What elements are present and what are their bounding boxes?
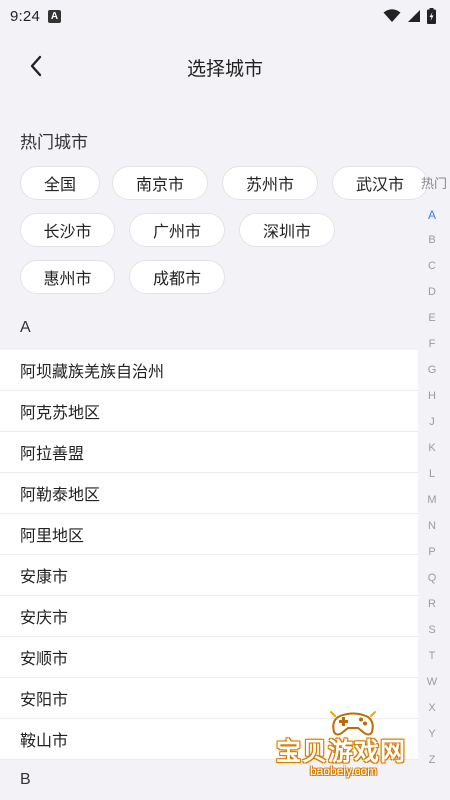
city-list-item[interactable]: 安康市 xyxy=(0,555,418,596)
hot-city-chip[interactable]: 南京市 xyxy=(112,166,208,200)
watermark-text: 宝贝游戏网 xyxy=(276,737,407,766)
index-letter[interactable]: C xyxy=(418,260,446,272)
index-letter[interactable]: L xyxy=(418,468,446,480)
hot-city-chip[interactable]: 全国 xyxy=(20,166,100,200)
index-letter[interactable]: A xyxy=(418,208,446,222)
city-list-item[interactable]: 阿拉善盟 xyxy=(0,432,418,473)
index-hot[interactable]: 热门 xyxy=(418,173,450,192)
hot-city-chip[interactable]: 惠州市 xyxy=(20,260,115,294)
notification-a-icon: A xyxy=(48,9,61,23)
hot-city-chip[interactable]: 苏州市 xyxy=(222,166,318,200)
watermark-url: baobeiy.com xyxy=(310,764,378,778)
hot-city-chip[interactable]: 成都市 xyxy=(129,260,225,294)
index-letter[interactable]: S xyxy=(418,624,446,636)
index-letter[interactable]: B xyxy=(418,234,446,246)
status-bar: 9:24 A xyxy=(0,0,450,32)
index-letter[interactable]: J xyxy=(418,416,446,428)
index-letter[interactable]: W xyxy=(418,676,446,688)
index-letter[interactable]: H xyxy=(418,390,446,402)
wifi-icon xyxy=(383,9,401,22)
index-letter[interactable]: Q xyxy=(418,572,446,584)
hot-city-chip[interactable]: 武汉市 xyxy=(332,166,428,200)
hot-cities-label: 热门城市 xyxy=(20,133,88,153)
city-list-item[interactable]: 阿坝藏族羌族自治州 xyxy=(0,350,418,391)
city-list-item[interactable]: 安庆市 xyxy=(0,596,418,637)
page-title: 选择城市 xyxy=(186,58,263,80)
index-letter[interactable]: E xyxy=(418,312,446,324)
index-letter[interactable]: F xyxy=(418,338,446,350)
index-letter[interactable]: R xyxy=(418,598,446,610)
city-list-item[interactable]: 阿勒泰地区 xyxy=(0,473,418,514)
city-list-item[interactable]: 阿克苏地区 xyxy=(0,391,418,432)
city-list-item[interactable]: 阿里地区 xyxy=(0,514,418,555)
hot-city-chip[interactable]: 深圳市 xyxy=(239,213,335,247)
index-letter[interactable]: G xyxy=(418,364,446,376)
status-time: 9:24 xyxy=(10,7,40,25)
hot-city-chip[interactable]: 广州市 xyxy=(129,213,225,247)
signal-icon xyxy=(408,10,420,22)
app-header: 选择城市 xyxy=(0,40,450,96)
index-letter[interactable]: K xyxy=(418,442,446,454)
city-list-item[interactable]: 安顺市 xyxy=(0,637,418,678)
index-letter[interactable]: P xyxy=(418,546,446,558)
index-letter[interactable]: D xyxy=(418,286,446,298)
index-letter[interactable]: M xyxy=(418,494,446,506)
city-list-a: 阿坝藏族羌族自治州 阿克苏地区 阿拉善盟 阿勒泰地区 阿里地区 安康市 安庆市 … xyxy=(0,350,418,760)
section-header-a: A xyxy=(0,308,418,348)
battery-icon xyxy=(427,8,436,24)
hot-city-chip[interactable]: 长沙市 xyxy=(20,213,115,247)
index-letter[interactable]: T xyxy=(418,650,446,662)
status-icons xyxy=(383,8,436,24)
watermark: 宝贝游戏网 baobeiy.com xyxy=(270,708,450,784)
index-letter[interactable]: N xyxy=(418,520,446,532)
